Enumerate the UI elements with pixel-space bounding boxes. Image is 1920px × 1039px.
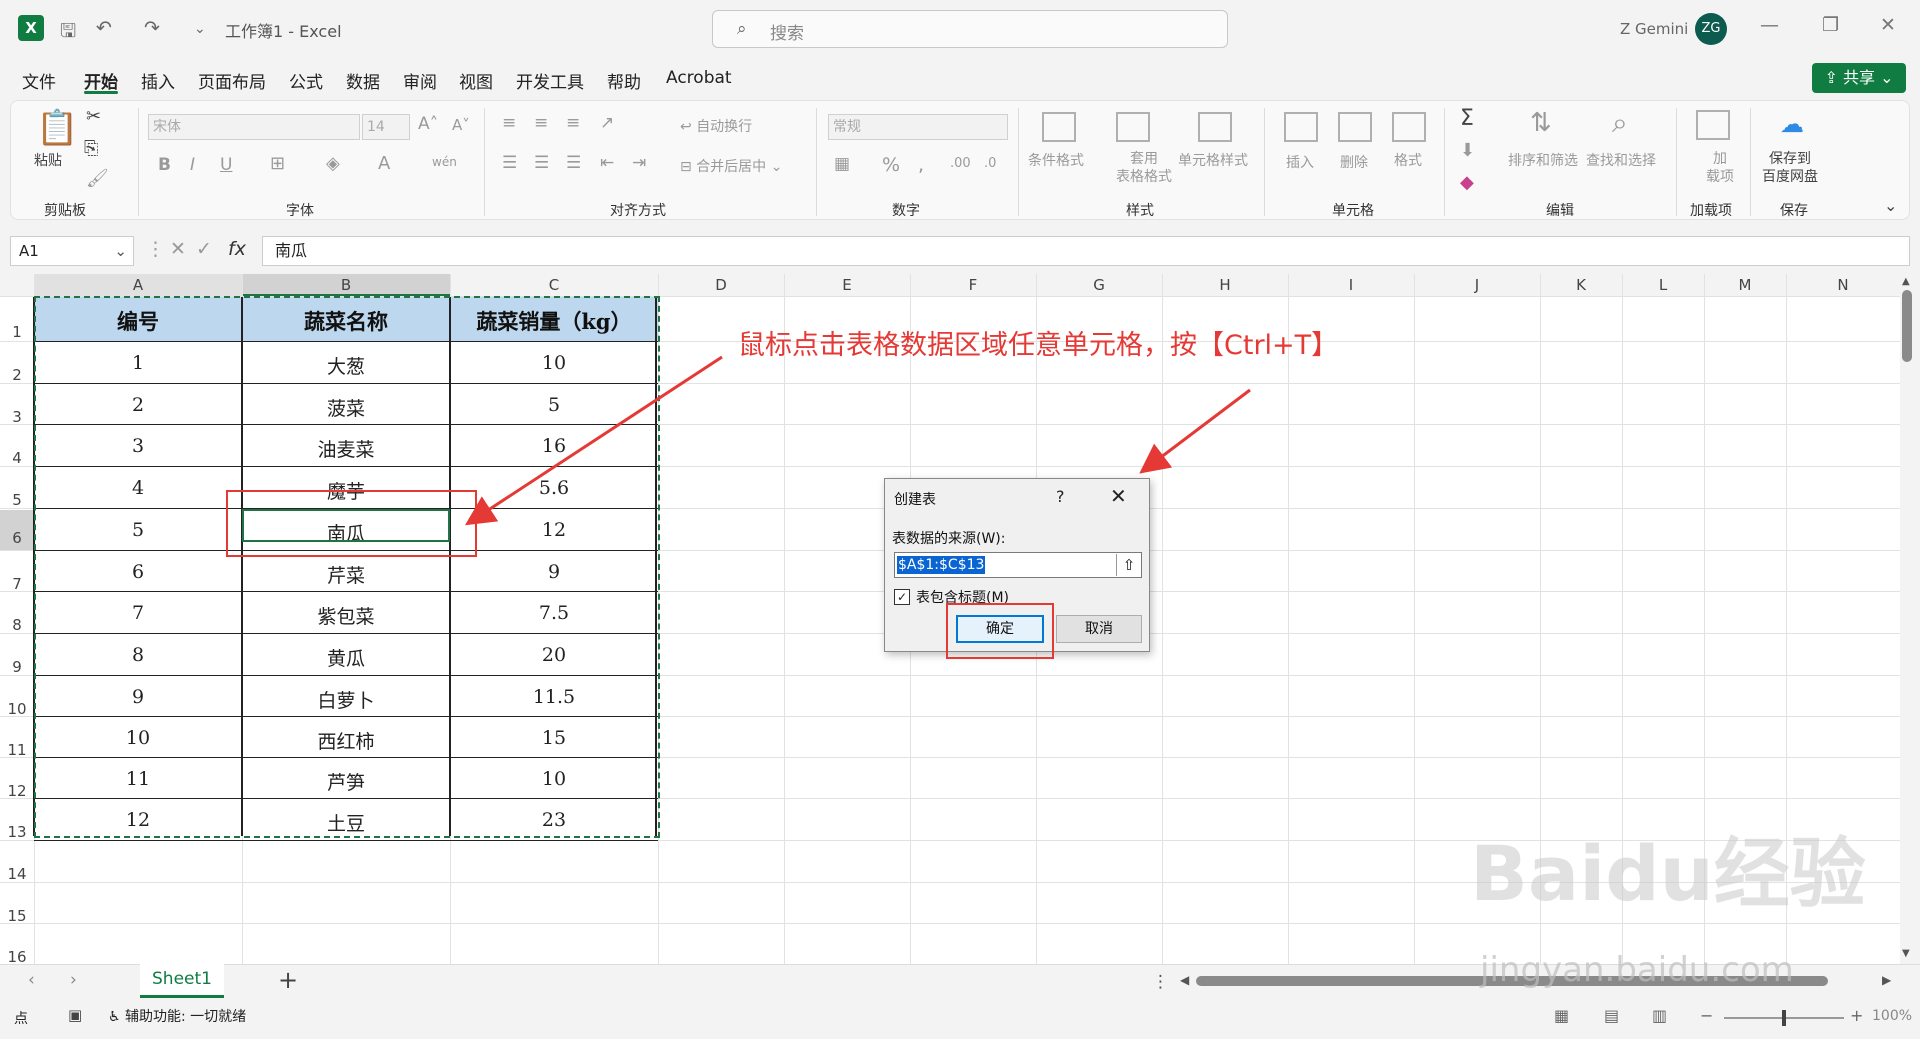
- page-layout-view-icon[interactable]: ▤: [1604, 1006, 1619, 1025]
- collapse-dialog-icon[interactable]: ⇧: [1116, 554, 1141, 576]
- scroll-up-icon[interactable]: ▲: [1902, 276, 1910, 287]
- source-label: 表数据的来源(W):: [892, 531, 1006, 547]
- range-input[interactable]: $A$1:$C$13: [894, 552, 1142, 578]
- macro-record-icon[interactable]: ▣: [68, 1006, 82, 1024]
- has-headers-checkbox[interactable]: ✓: [894, 589, 910, 605]
- vertical-scroll-thumb[interactable]: [1902, 290, 1912, 362]
- normal-view-icon[interactable]: ▦: [1554, 1006, 1569, 1025]
- close-icon[interactable]: ✕: [1110, 484, 1127, 508]
- baidu-watermark: Baidu经验: [1470, 829, 1866, 918]
- cancel-button[interactable]: 取消: [1056, 615, 1142, 643]
- scroll-left-icon[interactable]: ◀: [1180, 973, 1189, 987]
- vertical-scrollbar[interactable]: [1900, 274, 1920, 964]
- arrow-to-dialog: [1139, 388, 1251, 474]
- scroll-right-icon[interactable]: ▶: [1882, 973, 1891, 987]
- sheet-tab-sheet1[interactable]: Sheet1: [140, 964, 224, 998]
- help-icon[interactable]: ?: [1056, 487, 1065, 506]
- baidu-watermark-url: jingyan.baidu.com: [1480, 950, 1794, 990]
- add-sheet-button[interactable]: +: [278, 966, 298, 994]
- next-sheet-icon[interactable]: ›: [70, 970, 77, 990]
- range-value: $A$1:$C$13: [897, 556, 986, 574]
- accessibility-label: 辅助功能: 一切就绪: [125, 1009, 247, 1025]
- highlight-box-ok: [946, 603, 1054, 659]
- accessibility-status[interactable]: ♿ 辅助功能: 一切就绪: [108, 1006, 246, 1026]
- scroll-down-icon[interactable]: ▼: [1902, 948, 1910, 959]
- zoom-in-icon[interactable]: +: [1850, 1006, 1863, 1025]
- zoom-level[interactable]: 100%: [1872, 1008, 1912, 1024]
- zoom-slider-handle[interactable]: [1782, 1010, 1786, 1026]
- prev-sheet-icon[interactable]: ‹: [28, 970, 35, 990]
- dialog-title: 创建表: [894, 492, 936, 508]
- status-bar: [0, 1000, 1920, 1039]
- page-break-view-icon[interactable]: ▥: [1652, 1006, 1667, 1025]
- accessibility-icon: ♿: [108, 1009, 126, 1025]
- more-options-icon[interactable]: ⋮: [1152, 972, 1169, 992]
- status-mode: 点: [14, 1011, 28, 1027]
- zoom-out-icon[interactable]: −: [1700, 1006, 1713, 1025]
- arrow-to-cell: [464, 355, 723, 526]
